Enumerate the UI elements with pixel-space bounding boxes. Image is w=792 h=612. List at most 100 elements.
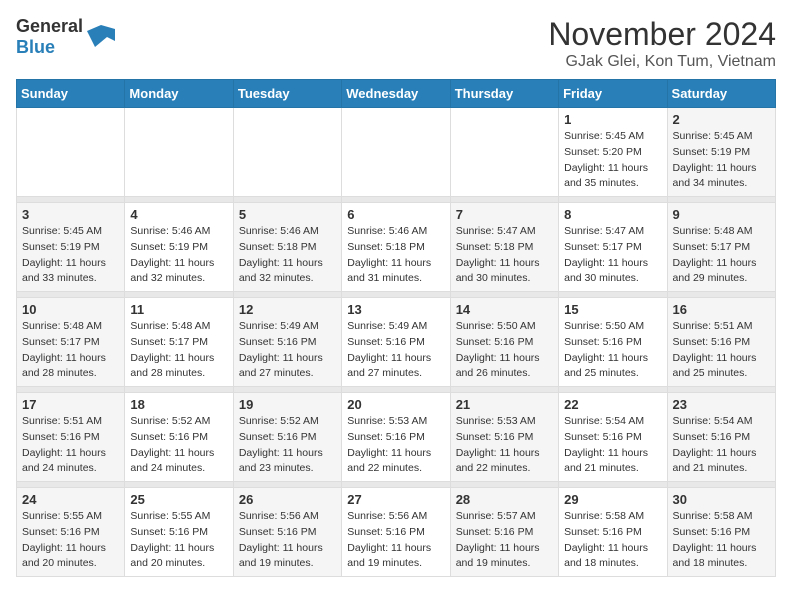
day-info: Sunrise: 5:46 AMSunset: 5:18 PMDaylight:…	[239, 224, 336, 287]
calendar-table: SundayMondayTuesdayWednesdayThursdayFrid…	[16, 79, 776, 577]
day-info: Sunrise: 5:53 AMSunset: 5:16 PMDaylight:…	[456, 414, 553, 477]
day-number: 11	[130, 302, 227, 317]
weekday-header-wednesday: Wednesday	[342, 80, 450, 108]
day-number: 1	[564, 112, 661, 127]
day-number: 10	[22, 302, 119, 317]
calendar-cell: 18Sunrise: 5:52 AMSunset: 5:16 PMDayligh…	[125, 393, 233, 482]
day-number: 29	[564, 492, 661, 507]
day-info: Sunrise: 5:45 AMSunset: 5:19 PMDaylight:…	[22, 224, 119, 287]
calendar-cell: 12Sunrise: 5:49 AMSunset: 5:16 PMDayligh…	[233, 298, 341, 387]
calendar-cell: 17 Sunrise: 5:51 AMSunset: 5:16 PMDayligh…	[17, 393, 125, 482]
weekday-header-saturday: Saturday	[667, 80, 775, 108]
day-info: Sunrise: 5:58 AMSunset: 5:16 PMDaylight:…	[564, 509, 661, 572]
day-info: Sunrise: 5:58 AMSunset: 5:16 PMDaylight:…	[673, 509, 770, 572]
page-header: General Blue November 2024 GJak Glei, Ko…	[16, 16, 776, 71]
logo: General Blue	[16, 16, 115, 58]
weekday-header-monday: Monday	[125, 80, 233, 108]
day-info: Sunrise: 5:48 AMSunset: 5:17 PMDaylight:…	[673, 224, 770, 287]
day-info: Sunrise: 5:48 AMSunset: 5:17 PMDaylight:…	[130, 319, 227, 382]
day-info: Sunrise: 5:54 AMSunset: 5:16 PMDaylight:…	[564, 414, 661, 477]
day-info: Sunrise: 5:51 AMSunset: 5:16 PMDaylight:…	[22, 414, 119, 477]
calendar-cell: 1Sunrise: 5:45 AMSunset: 5:20 PMDaylight…	[559, 108, 667, 197]
calendar-cell: 16Sunrise: 5:51 AMSunset: 5:16 PMDayligh…	[667, 298, 775, 387]
calendar-cell: 24 Sunrise: 5:55 AMSunset: 5:16 PMDayligh…	[17, 488, 125, 577]
day-number: 7	[456, 207, 553, 222]
weekday-header-friday: Friday	[559, 80, 667, 108]
calendar-cell: 11 Sunrise: 5:48 AMSunset: 5:17 PMDayligh…	[125, 298, 233, 387]
calendar-cell: 21 Sunrise: 5:53 AMSunset: 5:16 PMDayligh…	[450, 393, 558, 482]
calendar-cell	[450, 108, 558, 197]
calendar-cell: 23 Sunrise: 5:54 AMSunset: 5:16 PMDayligh…	[667, 393, 775, 482]
calendar-week-4: 17 Sunrise: 5:51 AMSunset: 5:16 PMDayligh…	[17, 393, 776, 482]
day-number: 20	[347, 397, 444, 412]
calendar-cell: 25 Sunrise: 5:55 AMSunset: 5:16 PMDayligh…	[125, 488, 233, 577]
calendar-cell: 3 Sunrise: 5:45 AMSunset: 5:19 PMDaylight…	[17, 203, 125, 292]
calendar-cell: 7 Sunrise: 5:47 AMSunset: 5:18 PMDaylight…	[450, 203, 558, 292]
day-info: Sunrise: 5:55 AMSunset: 5:16 PMDaylight:…	[22, 509, 119, 572]
calendar-cell: 9 Sunrise: 5:48 AMSunset: 5:17 PMDaylight…	[667, 203, 775, 292]
calendar-cell: 22 Sunrise: 5:54 AMSunset: 5:16 PMDayligh…	[559, 393, 667, 482]
calendar-cell	[125, 108, 233, 197]
day-info: Sunrise: 5:48 AMSunset: 5:17 PMDaylight:…	[22, 319, 119, 382]
calendar-cell: 19Sunrise: 5:52 AMSunset: 5:16 PMDayligh…	[233, 393, 341, 482]
day-number: 6	[347, 207, 444, 222]
calendar-cell: 15 Sunrise: 5:50 AMSunset: 5:16 PMDayligh…	[559, 298, 667, 387]
calendar-cell: 8 Sunrise: 5:47 AMSunset: 5:17 PMDaylight…	[559, 203, 667, 292]
day-info: Sunrise: 5:56 AMSunset: 5:16 PMDaylight:…	[239, 509, 336, 572]
day-number: 28	[456, 492, 553, 507]
day-number: 17	[22, 397, 119, 412]
day-number: 4	[130, 207, 227, 222]
day-number: 23	[673, 397, 770, 412]
month-title: November 2024	[548, 16, 776, 53]
calendar-cell: 2 Sunrise: 5:45 AMSunset: 5:19 PMDaylight…	[667, 108, 775, 197]
day-info: Sunrise: 5:47 AMSunset: 5:17 PMDaylight:…	[564, 224, 661, 287]
day-number: 30	[673, 492, 770, 507]
day-number: 14	[456, 302, 553, 317]
calendar-cell: 4Sunrise: 5:46 AMSunset: 5:19 PMDaylight…	[125, 203, 233, 292]
day-info: Sunrise: 5:55 AMSunset: 5:16 PMDaylight:…	[130, 509, 227, 572]
calendar-week-3: 10 Sunrise: 5:48 AMSunset: 5:17 PMDayligh…	[17, 298, 776, 387]
day-info: Sunrise: 5:45 AMSunset: 5:19 PMDaylight:…	[673, 129, 770, 192]
day-number: 9	[673, 207, 770, 222]
calendar-cell	[17, 108, 125, 197]
day-info: Sunrise: 5:47 AMSunset: 5:18 PMDaylight:…	[456, 224, 553, 287]
day-number: 8	[564, 207, 661, 222]
day-info: Sunrise: 5:50 AMSunset: 5:16 PMDaylight:…	[564, 319, 661, 382]
calendar-cell: 29 Sunrise: 5:58 AMSunset: 5:16 PMDayligh…	[559, 488, 667, 577]
weekday-header-tuesday: Tuesday	[233, 80, 341, 108]
day-number: 21	[456, 397, 553, 412]
calendar-cell: 30 Sunrise: 5:58 AMSunset: 5:16 PMDayligh…	[667, 488, 775, 577]
day-number: 13	[347, 302, 444, 317]
day-number: 24	[22, 492, 119, 507]
calendar-cell: 5 Sunrise: 5:46 AMSunset: 5:18 PMDaylight…	[233, 203, 341, 292]
day-number: 26	[239, 492, 336, 507]
logo-icon	[87, 23, 115, 51]
day-info: Sunrise: 5:49 AMSunset: 5:16 PMDaylight:…	[347, 319, 444, 382]
calendar-week-1: 1Sunrise: 5:45 AMSunset: 5:20 PMDaylight…	[17, 108, 776, 197]
day-number: 12	[239, 302, 336, 317]
day-info: Sunrise: 5:54 AMSunset: 5:16 PMDaylight:…	[673, 414, 770, 477]
day-number: 18	[130, 397, 227, 412]
calendar-cell: 13 Sunrise: 5:49 AMSunset: 5:16 PMDayligh…	[342, 298, 450, 387]
calendar-week-5: 24 Sunrise: 5:55 AMSunset: 5:16 PMDayligh…	[17, 488, 776, 577]
calendar-cell: 10 Sunrise: 5:48 AMSunset: 5:17 PMDayligh…	[17, 298, 125, 387]
day-number: 15	[564, 302, 661, 317]
day-number: 5	[239, 207, 336, 222]
logo-blue-text: Blue	[16, 37, 55, 57]
calendar-header-row: SundayMondayTuesdayWednesdayThursdayFrid…	[17, 80, 776, 108]
calendar-cell: 14 Sunrise: 5:50 AMSunset: 5:16 PMDayligh…	[450, 298, 558, 387]
day-number: 22	[564, 397, 661, 412]
day-number: 27	[347, 492, 444, 507]
day-info: Sunrise: 5:57 AMSunset: 5:16 PMDaylight:…	[456, 509, 553, 572]
day-number: 16	[673, 302, 770, 317]
calendar-week-2: 3 Sunrise: 5:45 AMSunset: 5:19 PMDaylight…	[17, 203, 776, 292]
day-info: Sunrise: 5:50 AMSunset: 5:16 PMDaylight:…	[456, 319, 553, 382]
day-number: 3	[22, 207, 119, 222]
calendar-cell: 27Sunrise: 5:56 AMSunset: 5:16 PMDayligh…	[342, 488, 450, 577]
weekday-header-thursday: Thursday	[450, 80, 558, 108]
calendar-cell	[233, 108, 341, 197]
weekday-header-sunday: Sunday	[17, 80, 125, 108]
day-number: 2	[673, 112, 770, 127]
day-number: 25	[130, 492, 227, 507]
calendar-cell: 20Sunrise: 5:53 AMSunset: 5:16 PMDayligh…	[342, 393, 450, 482]
